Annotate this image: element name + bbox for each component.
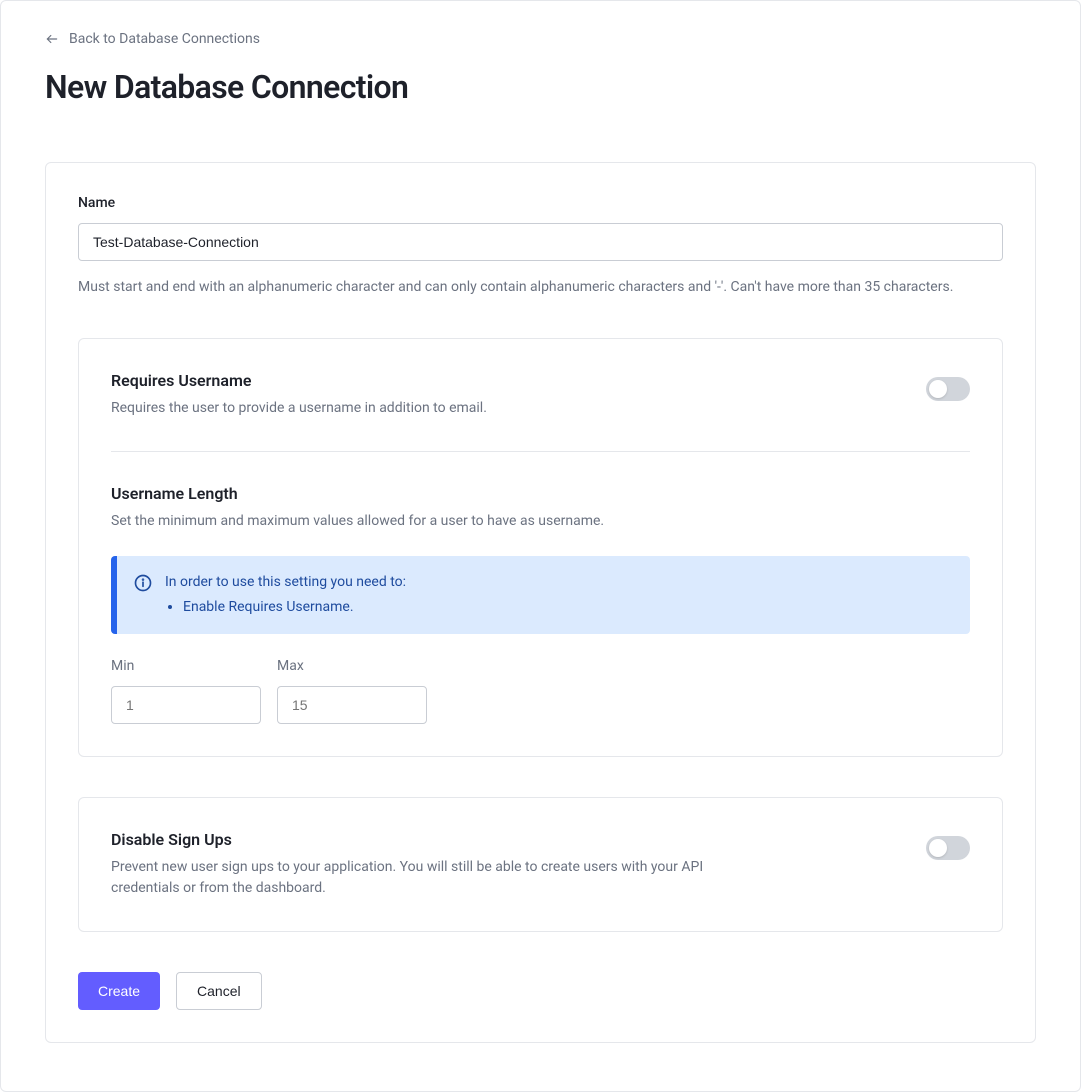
name-helper-text: Must start and end with an alphanumeric … xyxy=(78,277,1003,298)
back-link-label: Back to Database Connections xyxy=(69,31,260,47)
info-icon xyxy=(133,573,153,593)
disable-signups-toggle[interactable] xyxy=(926,836,970,860)
cancel-button[interactable]: Cancel xyxy=(176,972,262,1010)
max-col: Max xyxy=(277,658,427,724)
arrow-left-icon xyxy=(45,32,59,46)
form-card: Name Must start and end with an alphanum… xyxy=(45,162,1036,1043)
min-col: Min xyxy=(111,658,261,724)
requires-username-desc: Requires the user to provide a username … xyxy=(111,398,487,419)
info-alert: In order to use this setting you need to… xyxy=(111,556,970,634)
page-title: New Database Connection xyxy=(45,68,1036,106)
info-list-item: Enable Requires Username. xyxy=(183,597,406,618)
form-actions: Create Cancel xyxy=(78,972,1003,1010)
disable-signups-heading: Disable Sign Ups xyxy=(111,830,751,849)
min-label: Min xyxy=(111,658,261,674)
info-text: In order to use this setting you need to… xyxy=(165,572,406,618)
minmax-row: Min Max xyxy=(111,658,970,724)
toggle-knob xyxy=(929,839,947,857)
username-length-section: Username Length Set the minimum and maxi… xyxy=(111,484,970,724)
min-input[interactable] xyxy=(111,686,261,724)
toggle-knob xyxy=(929,380,947,398)
disable-signups-row: Disable Sign Ups Prevent new user sign u… xyxy=(111,830,970,899)
requires-username-heading: Requires Username xyxy=(111,371,487,390)
requires-username-row: Requires Username Requires the user to p… xyxy=(111,371,970,419)
username-settings-panel: Requires Username Requires the user to p… xyxy=(78,338,1003,757)
max-input[interactable] xyxy=(277,686,427,724)
disable-signups-desc: Prevent new user sign ups to your applic… xyxy=(111,857,751,899)
create-button[interactable]: Create xyxy=(78,972,160,1010)
disable-signups-panel: Disable Sign Ups Prevent new user sign u… xyxy=(78,797,1003,932)
max-label: Max xyxy=(277,658,427,674)
info-title: In order to use this setting you need to… xyxy=(165,574,406,590)
divider xyxy=(111,451,970,452)
username-length-heading: Username Length xyxy=(111,484,970,503)
username-length-desc: Set the minimum and maximum values allow… xyxy=(111,511,970,532)
name-label: Name xyxy=(78,195,1003,211)
requires-username-toggle[interactable] xyxy=(926,377,970,401)
name-field-block: Name Must start and end with an alphanum… xyxy=(78,195,1003,298)
name-input[interactable] xyxy=(78,223,1003,261)
back-link[interactable]: Back to Database Connections xyxy=(45,31,260,47)
page-container: Back to Database Connections New Databas… xyxy=(0,0,1081,1092)
